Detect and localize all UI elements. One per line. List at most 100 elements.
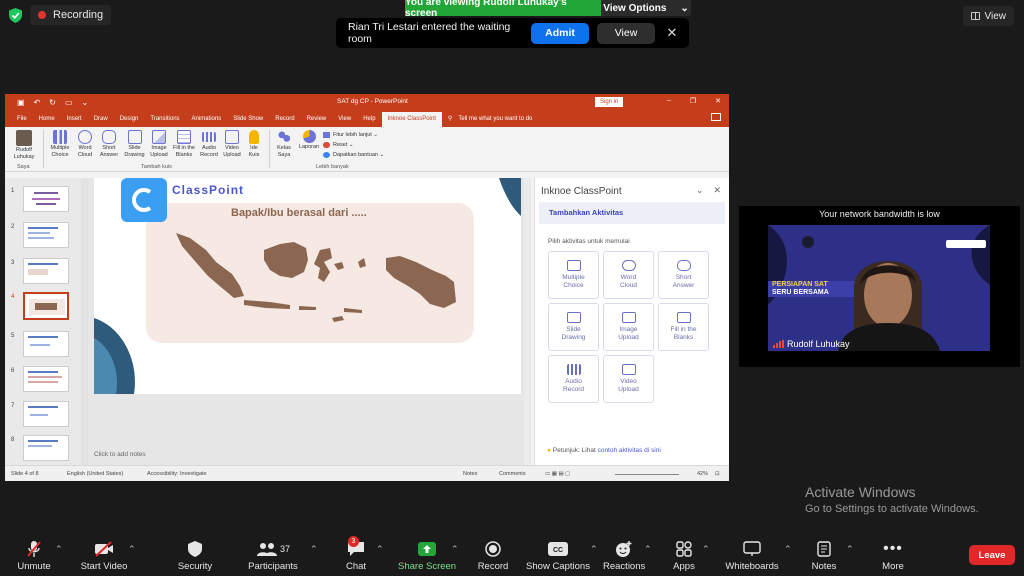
- show-captions-button[interactable]: CC Show Captions: [526, 540, 590, 572]
- comments-toggle[interactable]: Comments: [499, 471, 526, 477]
- slide-thumbnail[interactable]: [23, 222, 69, 248]
- activity-card-short-answer[interactable]: Short Answer: [658, 251, 709, 299]
- examples-link[interactable]: contoh aktivitas di sini: [598, 447, 661, 454]
- ribbon-word-cloud-button[interactable]: Word Cloud: [74, 130, 96, 159]
- restore-icon[interactable]: ❐: [690, 97, 696, 105]
- ribbon-audio-record-button[interactable]: Audio Record: [198, 130, 220, 159]
- tab-view[interactable]: View: [332, 112, 357, 127]
- view-mode-icons[interactable]: ▭ ▦ ▤ ▢: [545, 471, 605, 477]
- activity-card-multiple-choice[interactable]: Multiple Choice: [548, 251, 599, 299]
- participant-video-panel[interactable]: Your network bandwidth is low PERSIAPAN …: [739, 206, 1020, 367]
- tab-design[interactable]: Design: [114, 112, 145, 127]
- close-icon[interactable]: ✕: [713, 185, 721, 196]
- tab-animations[interactable]: Animations: [186, 112, 228, 127]
- chevron-down-icon[interactable]: ⌄: [696, 185, 704, 196]
- start-video-button[interactable]: Start Video: [78, 540, 130, 572]
- undo-icon[interactable]: ↶: [34, 98, 41, 107]
- reactions-button[interactable]: Reactions: [603, 540, 645, 572]
- notes-placeholder[interactable]: Click to add notes: [94, 451, 146, 458]
- ribbon-quiz-idea-button[interactable]: Ide Kuis: [244, 130, 264, 159]
- activity-card-video-upload[interactable]: Video Upload: [603, 355, 654, 403]
- sign-in-button[interactable]: Sign in: [595, 97, 624, 107]
- activity-card-fill-blanks[interactable]: Fill in the Blanks: [658, 303, 709, 351]
- slide-thumbnail[interactable]: [23, 186, 69, 212]
- recording-indicator[interactable]: Recording: [30, 5, 112, 25]
- share-screen-button[interactable]: Share Screen: [398, 540, 456, 572]
- chat-button[interactable]: 3 Chat: [338, 536, 374, 572]
- reports-button[interactable]: Laporan: [296, 130, 322, 151]
- tab-draw[interactable]: Draw: [88, 112, 114, 127]
- security-button[interactable]: Security: [174, 540, 216, 572]
- zoom-level[interactable]: 42%: [697, 471, 708, 477]
- notes-button[interactable]: Notes: [808, 540, 840, 572]
- whiteboards-button[interactable]: Whiteboards: [724, 540, 780, 572]
- tab-inknoe-classpoint[interactable]: Inknoe ClassPoint: [381, 112, 442, 127]
- reactions-options-caret[interactable]: ⌃: [644, 544, 652, 555]
- ribbon-video-upload-button[interactable]: Video Upload: [221, 130, 243, 159]
- slide-thumbnail[interactable]: [23, 331, 69, 357]
- activity-card-slide-drawing[interactable]: Slide Drawing: [548, 303, 599, 351]
- accessibility-status[interactable]: Accessibility: Investigate: [147, 471, 207, 477]
- activity-card-word-cloud[interactable]: Word Cloud: [603, 251, 654, 299]
- unmute-button[interactable]: Unmute: [12, 540, 56, 572]
- tab-home[interactable]: Home: [33, 112, 61, 127]
- admit-button[interactable]: Admit: [531, 22, 589, 44]
- activity-card-audio-record[interactable]: Audio Record: [548, 355, 599, 403]
- more-button[interactable]: ••• More: [876, 540, 910, 572]
- slide-thumbnail-selected[interactable]: [23, 292, 69, 320]
- apps-button[interactable]: Apps: [670, 540, 698, 572]
- tell-me-search[interactable]: Tell me what you want to do: [458, 112, 532, 127]
- participants-options-caret[interactable]: ⌃: [310, 544, 318, 555]
- more-features-item[interactable]: Fitur lebih lanjut ⌄: [323, 130, 384, 140]
- tab-help[interactable]: Help: [357, 112, 381, 127]
- ribbon-slide-drawing-button[interactable]: Slide Drawing: [122, 130, 147, 159]
- save-icon[interactable]: ▣: [17, 98, 25, 107]
- slide-thumbnail[interactable]: [23, 401, 69, 427]
- customize-icon[interactable]: ⌄: [82, 98, 89, 107]
- ribbon-image-upload-button[interactable]: Image Upload: [148, 130, 170, 159]
- slide-thumbnail[interactable]: [23, 435, 69, 461]
- user-profile-button[interactable]: Rudolf Luhukay: [9, 130, 39, 161]
- record-button[interactable]: Record: [474, 540, 512, 572]
- thumbnail-scrollbar[interactable]: [81, 178, 88, 465]
- zoom-slider[interactable]: [615, 474, 679, 475]
- ribbon-multiple-choice-button[interactable]: Multiple Choice: [47, 130, 73, 159]
- view-options-button[interactable]: View Options ⌄: [601, 0, 691, 16]
- ribbon-short-answer-button[interactable]: Short Answer: [97, 130, 121, 159]
- captions-options-caret[interactable]: ⌃: [590, 544, 598, 555]
- whiteboards-options-caret[interactable]: ⌃: [784, 544, 792, 555]
- present-icon[interactable]: ▭: [65, 98, 73, 107]
- reset-item[interactable]: Reset ⌄: [323, 140, 384, 150]
- tab-insert[interactable]: Insert: [61, 112, 88, 127]
- get-help-item[interactable]: Dapatkan bantuan ⌄: [323, 150, 384, 160]
- leave-button[interactable]: Leave: [969, 545, 1015, 565]
- close-icon[interactable]: ✕: [663, 25, 681, 41]
- view-waiting-room-button[interactable]: View: [597, 22, 655, 44]
- tab-record[interactable]: Record: [269, 112, 300, 127]
- my-class-button[interactable]: Kelas Saya: [273, 130, 295, 159]
- tab-review[interactable]: Review: [301, 112, 333, 127]
- window-close-icon[interactable]: ✕: [715, 97, 721, 105]
- share-options-caret[interactable]: ⌃: [451, 544, 459, 555]
- apps-options-caret[interactable]: ⌃: [702, 544, 710, 555]
- notes-toggle[interactable]: Notes: [463, 471, 477, 477]
- security-shield-icon[interactable]: [9, 8, 22, 23]
- audio-options-caret[interactable]: ⌃: [55, 544, 63, 555]
- redo-icon[interactable]: ↻: [49, 98, 56, 107]
- minimize-icon[interactable]: –: [667, 97, 671, 105]
- activity-card-image-upload[interactable]: Image Upload: [603, 303, 654, 351]
- tab-transitions[interactable]: Transitions: [144, 112, 185, 127]
- slide-thumbnail[interactable]: [23, 366, 69, 392]
- ribbon-fill-blanks-button[interactable]: Fill in the Blanks: [171, 130, 197, 159]
- slide-thumbnail[interactable]: [23, 258, 69, 284]
- notes-options-caret[interactable]: ⌃: [846, 544, 854, 555]
- editing-scrollbar[interactable]: [524, 178, 531, 465]
- chat-options-caret[interactable]: ⌃: [376, 544, 384, 555]
- video-options-caret[interactable]: ⌃: [128, 544, 136, 555]
- tab-file[interactable]: File: [11, 112, 33, 127]
- language-status[interactable]: English (United States): [67, 471, 123, 477]
- participants-button[interactable]: 37 Participants: [244, 540, 302, 572]
- current-slide[interactable]: ClassPoint Bapak/Ibu berasal dari .....: [94, 178, 521, 394]
- comments-icon[interactable]: [711, 113, 721, 121]
- tab-slide-show[interactable]: Slide Show: [227, 112, 269, 127]
